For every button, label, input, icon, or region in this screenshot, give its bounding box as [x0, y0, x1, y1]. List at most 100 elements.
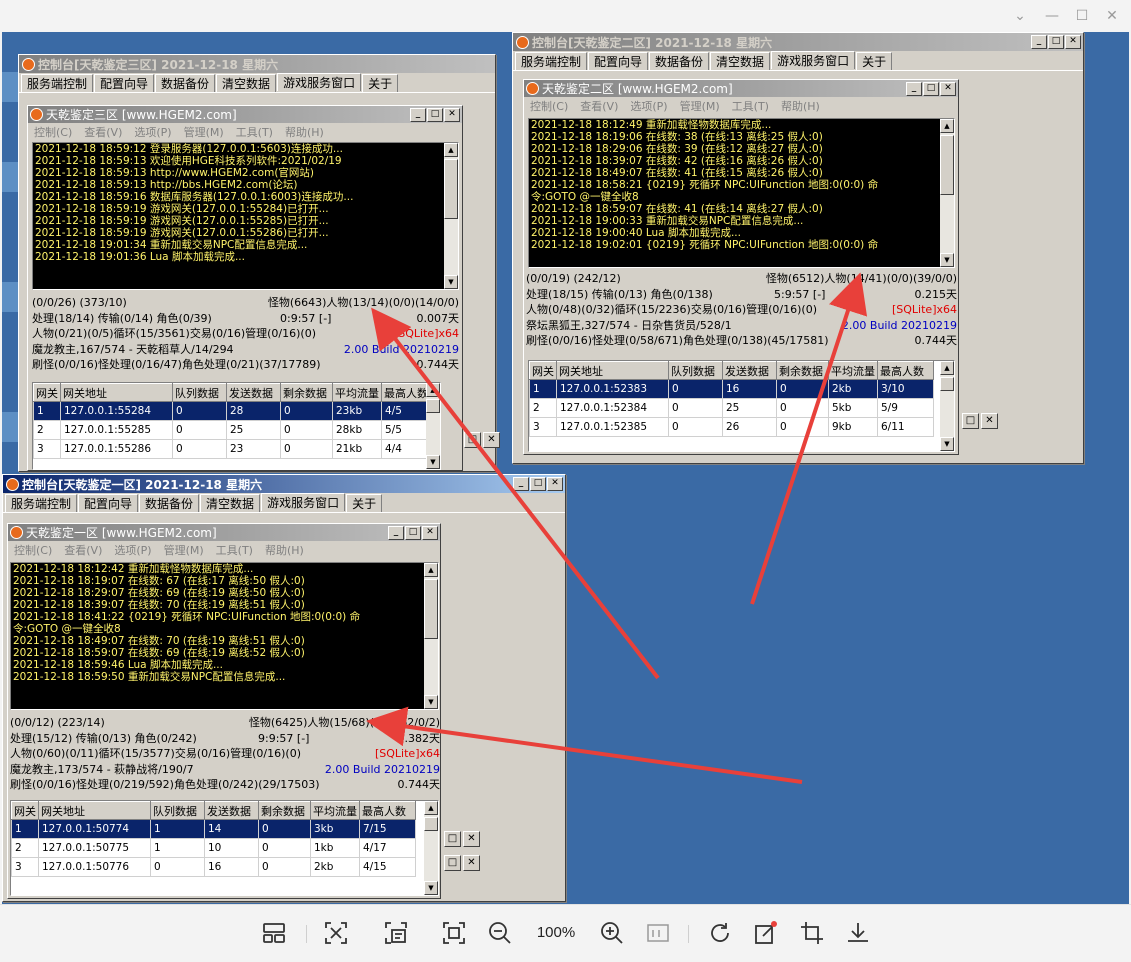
maximize-icon[interactable]: □: [464, 432, 481, 448]
download-icon[interactable]: [844, 919, 872, 947]
column-header[interactable]: 平均流量: [828, 361, 878, 380]
table-row[interactable]: 2 127.0.0.1:52384 0 25 0 5kb 5/9: [529, 398, 934, 418]
menu-item-5[interactable]: 帮助(H): [265, 542, 304, 558]
maximize-icon[interactable]: □: [427, 107, 443, 122]
table-row[interactable]: 3 127.0.0.1:55286 0 23 0 21kb 4/4: [33, 439, 438, 459]
menu-item-2[interactable]: 选项(P): [134, 124, 171, 140]
scroll-thumb[interactable]: [940, 377, 954, 391]
scroll-thumb[interactable]: [424, 817, 438, 831]
tab-3[interactable]: 清空数据: [200, 494, 261, 512]
menu-item-1[interactable]: 查看(V): [84, 124, 122, 140]
menu-item-4[interactable]: 工具(T): [236, 124, 273, 140]
scroll-up-icon[interactable]: ▲: [940, 119, 954, 133]
scroll-up-icon[interactable]: ▲: [424, 563, 438, 577]
tab-5[interactable]: 关于: [856, 52, 893, 70]
grid-scrollbar[interactable]: ▲ ▼: [940, 361, 954, 451]
grid-scrollbar[interactable]: ▲ ▼: [426, 383, 440, 469]
tab-3[interactable]: 清空数据: [710, 52, 771, 70]
tab-2[interactable]: 数据备份: [139, 494, 200, 512]
inner-title-bar[interactable]: 天乾鉴定三区 [www.HGEM2.com] _ □ ✕: [28, 106, 462, 123]
table-row[interactable]: 2 127.0.0.1:55285 0 25 0 28kb 5/5: [33, 420, 438, 440]
column-header[interactable]: 网关地址: [60, 383, 173, 402]
minimize-icon[interactable]: _: [388, 525, 404, 540]
table-row[interactable]: 1 127.0.0.1:50774 1 14 0 3kb 7/15: [11, 819, 416, 839]
menu-item-5[interactable]: 帮助(H): [285, 124, 324, 140]
column-header[interactable]: 剩余数据: [258, 801, 311, 820]
minimize-icon[interactable]: _: [513, 477, 529, 491]
scroll-down-icon[interactable]: ▼: [444, 275, 458, 289]
scroll-thumb[interactable]: [940, 135, 954, 195]
fit-icon[interactable]: [322, 919, 350, 947]
column-header[interactable]: 网关: [33, 383, 61, 402]
tab-4[interactable]: 游戏服务窗口: [771, 51, 856, 69]
crop-icon[interactable]: [798, 919, 826, 947]
close-icon[interactable]: ✕: [547, 477, 563, 491]
maximize-icon[interactable]: □: [962, 413, 979, 429]
scroll-down-icon[interactable]: ▼: [424, 695, 438, 709]
maximize-icon[interactable]: □: [444, 831, 461, 847]
layout-icon[interactable]: [260, 919, 288, 947]
maximize-icon[interactable]: □: [405, 525, 421, 540]
log-scrollbar[interactable]: ▲ ▼: [444, 143, 458, 289]
column-header[interactable]: 队列数据: [668, 361, 723, 380]
menu-item-4[interactable]: 工具(T): [216, 542, 253, 558]
log-console[interactable]: 2021-12-18 18:59:12 登录服务器(127.0.0.1:5603…: [32, 142, 459, 290]
scroll-down-icon[interactable]: ▼: [426, 455, 440, 469]
menu-item-5[interactable]: 帮助(H): [781, 98, 820, 114]
maximize-icon[interactable]: □: [444, 855, 461, 871]
column-header[interactable]: 发送数据: [722, 361, 777, 380]
tab-0[interactable]: 服务端控制: [5, 494, 78, 512]
minimize-icon[interactable]: —: [1042, 6, 1062, 26]
gateway-grid[interactable]: 网关 网关地址 队列数据 发送数据 剩余数据 平均流量 最高人数 1 127.0.0.1:552…: [32, 382, 441, 470]
close-icon[interactable]: ✕: [463, 855, 480, 871]
tab-4[interactable]: 游戏服务窗口: [261, 493, 346, 511]
inner-title-bar[interactable]: 天乾鉴定二区 [www.HGEM2.com] _ □ ✕: [524, 80, 958, 97]
table-row[interactable]: 2 127.0.0.1:50775 1 10 0 1kb 4/17: [11, 838, 416, 858]
menu-item-0[interactable]: 控制(C): [14, 542, 52, 558]
tab-5[interactable]: 关于: [346, 494, 383, 512]
minimize-icon[interactable]: _: [906, 81, 922, 96]
title-bar[interactable]: 控制台[天乾鉴定三区] 2021-12-18 星期六: [19, 55, 495, 73]
maximize-icon[interactable]: □: [530, 477, 546, 491]
menu-item-3[interactable]: 管理(M): [184, 124, 224, 140]
fullscreen-icon[interactable]: [440, 919, 468, 947]
zoom-out-icon[interactable]: [486, 919, 514, 947]
table-row[interactable]: 1 127.0.0.1:55284 0 28 0 23kb 4/5: [33, 401, 438, 421]
menu-item-2[interactable]: 选项(P): [114, 542, 151, 558]
title-bar[interactable]: 控制台[天乾鉴定一区] 2021-12-18 星期六 _ □ ✕: [3, 475, 565, 493]
scroll-up-icon[interactable]: ▲: [444, 143, 458, 157]
chevron-down-icon[interactable]: ⌄: [1010, 6, 1030, 26]
tab-2[interactable]: 数据备份: [155, 74, 216, 92]
table-row[interactable]: 1 127.0.0.1:52383 0 16 0 2kb 3/10: [529, 379, 934, 399]
table-row[interactable]: 3 127.0.0.1:52385 0 26 0 9kb 6/11: [529, 417, 934, 437]
inner-title-bar[interactable]: 天乾鉴定一区 [www.HGEM2.com] _ □ ✕: [8, 524, 440, 541]
log-console[interactable]: 2021-12-18 18:12:49 重新加载怪物数据库完成... 2021-1…: [528, 118, 955, 268]
column-header[interactable]: 平均流量: [332, 383, 382, 402]
minimize-icon[interactable]: _: [410, 107, 426, 122]
column-header[interactable]: 最高人数: [877, 361, 934, 380]
column-header[interactable]: 队列数据: [172, 383, 227, 402]
maximize-icon[interactable]: ☐: [1072, 6, 1092, 26]
close-icon[interactable]: ✕: [1102, 6, 1122, 26]
scroll-thumb[interactable]: [444, 159, 458, 219]
column-header[interactable]: 发送数据: [226, 383, 281, 402]
column-header[interactable]: 网关地址: [38, 801, 151, 820]
edit-icon[interactable]: [752, 919, 780, 947]
close-icon[interactable]: ✕: [1065, 35, 1081, 49]
zoom-in-icon[interactable]: [598, 919, 626, 947]
column-header[interactable]: 网关地址: [556, 361, 669, 380]
rotate-icon[interactable]: [706, 919, 734, 947]
gateway-grid[interactable]: 网关 网关地址 队列数据 发送数据 剩余数据 平均流量 最高人数 1 127.0.0.1:507…: [10, 800, 439, 896]
menu-item-0[interactable]: 控制(C): [34, 124, 72, 140]
tab-3[interactable]: 清空数据: [216, 74, 277, 92]
column-header[interactable]: 网关: [11, 801, 39, 820]
close-icon[interactable]: ✕: [463, 831, 480, 847]
log-scrollbar[interactable]: ▲ ▼: [940, 119, 954, 267]
tab-1[interactable]: 配置向导: [588, 52, 649, 70]
maximize-icon[interactable]: □: [1048, 35, 1064, 49]
column-header[interactable]: 最高人数: [359, 801, 416, 820]
menu-item-4[interactable]: 工具(T): [732, 98, 769, 114]
menu-item-0[interactable]: 控制(C): [530, 98, 568, 114]
tab-4[interactable]: 游戏服务窗口: [277, 73, 362, 91]
scroll-up-icon[interactable]: ▲: [426, 383, 440, 397]
